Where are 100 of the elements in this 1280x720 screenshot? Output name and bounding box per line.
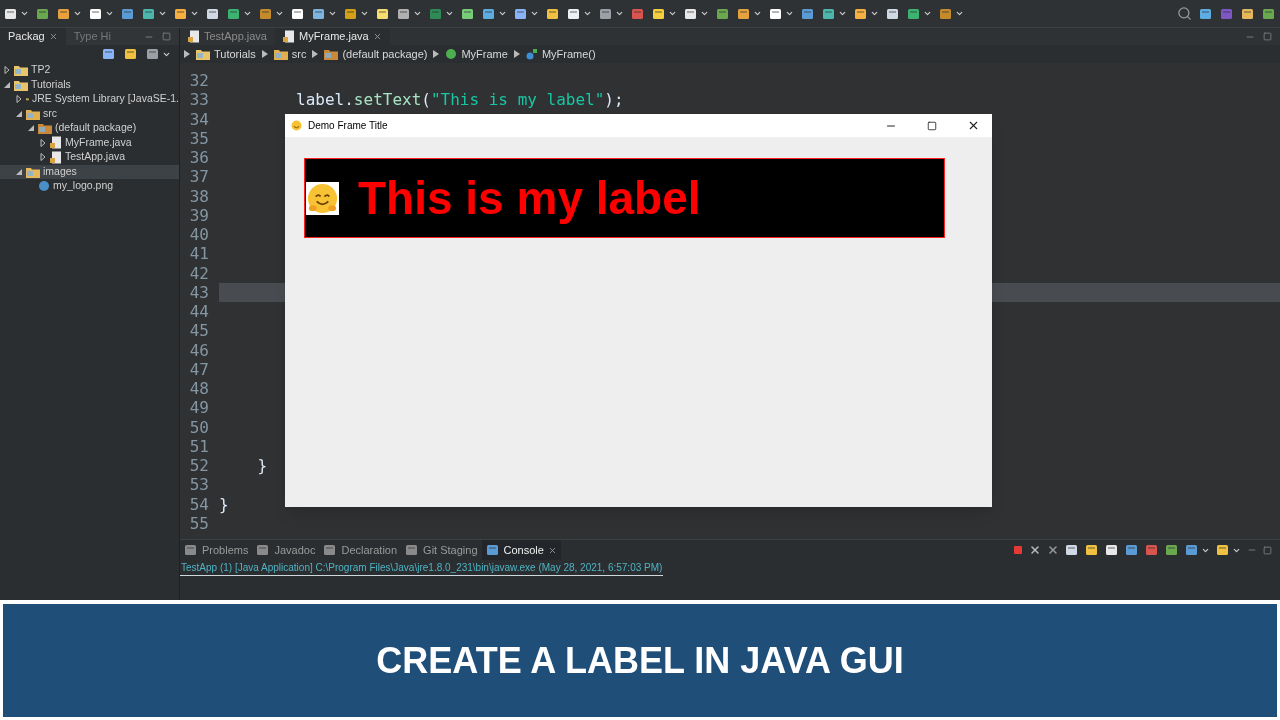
tree-item[interactable]: images <box>0 164 179 179</box>
remove-icon[interactable] <box>1029 544 1041 556</box>
caret-icon[interactable] <box>275 9 284 18</box>
breadcrumb-item[interactable]: MyFrame() <box>525 45 596 63</box>
globe-icon <box>38 180 50 193</box>
caret-icon[interactable] <box>328 9 337 18</box>
caret-icon[interactable] <box>785 9 794 18</box>
tool-icon[interactable] <box>146 47 160 61</box>
smiley-icon <box>306 181 339 215</box>
tool-icon[interactable] <box>1216 543 1230 557</box>
caret-icon[interactable] <box>158 9 167 18</box>
expanded-arrow-icon[interactable] <box>3 80 11 89</box>
tool-icon[interactable] <box>1241 6 1255 21</box>
window-title: Demo Frame Title <box>308 119 388 133</box>
tool-icon[interactable] <box>684 6 698 21</box>
caret-icon[interactable] <box>615 9 624 18</box>
tool-icon[interactable] <box>567 6 581 21</box>
panel-tab[interactable]: Git Staging <box>401 540 482 560</box>
tool-icon[interactable] <box>482 6 496 21</box>
tool-icon[interactable] <box>344 6 358 21</box>
tool-icon[interactable] <box>485 543 500 557</box>
view-tab[interactable]: Packag <box>0 28 66 45</box>
caret-icon[interactable] <box>498 9 507 18</box>
tool-icon[interactable] <box>206 6 220 21</box>
tool-icon[interactable] <box>461 6 475 21</box>
tree-item[interactable]: TestApp.java <box>0 150 179 165</box>
breadcrumb-item[interactable]: MyFrame <box>445 45 508 63</box>
method-icon <box>525 48 538 60</box>
caret-icon[interactable] <box>923 9 932 18</box>
tree-item[interactable]: src <box>0 106 179 121</box>
tool-icon[interactable] <box>854 6 868 21</box>
tree-item[interactable]: my_logo.png <box>0 179 179 194</box>
caret-icon[interactable] <box>243 9 252 18</box>
collapsed-arrow-icon[interactable] <box>15 95 23 104</box>
caret-icon[interactable] <box>105 9 114 18</box>
tool-icon[interactable] <box>1065 543 1079 557</box>
expanded-arrow-icon[interactable] <box>27 124 35 133</box>
tree-item[interactable]: MyFrame.java <box>0 135 179 150</box>
tree-item[interactable]: (default package) <box>0 121 179 136</box>
stop-icon[interactable] <box>1013 545 1023 555</box>
caret-icon[interactable] <box>73 9 82 18</box>
caret-icon[interactable] <box>583 9 592 18</box>
expanded-arrow-icon[interactable] <box>15 109 23 118</box>
caret-icon[interactable] <box>668 9 677 18</box>
tool-icon[interactable] <box>89 6 103 21</box>
breadcrumb-item[interactable]: (default package) <box>324 45 428 63</box>
tool-icon[interactable] <box>102 47 116 61</box>
tool-icon[interactable] <box>124 47 138 61</box>
caret-icon[interactable] <box>700 9 709 18</box>
caret-icon[interactable] <box>530 9 539 18</box>
close-icon[interactable] <box>967 119 980 132</box>
tool-icon[interactable] <box>769 6 783 21</box>
tool-icon[interactable] <box>514 6 528 21</box>
tool-icon[interactable] <box>4 6 18 21</box>
tool-icon[interactable] <box>822 6 836 21</box>
tree-item[interactable]: JRE System Library [JavaSE-1. <box>0 92 179 107</box>
collapsed-arrow-icon[interactable] <box>39 153 47 162</box>
tool-icon[interactable] <box>886 6 900 21</box>
maximize-icon[interactable] <box>927 120 937 131</box>
tool-icon[interactable] <box>291 6 305 21</box>
caret-icon[interactable] <box>360 9 369 18</box>
tool-icon[interactable] <box>57 6 71 21</box>
tool-icon[interactable] <box>652 6 666 21</box>
caret-icon[interactable] <box>20 9 29 18</box>
caret-icon[interactable] <box>838 9 847 18</box>
editor-tab[interactable]: TestApp.java <box>180 28 275 45</box>
tree-item[interactable]: Tutorials <box>0 77 179 92</box>
tool-icon[interactable] <box>1105 543 1119 557</box>
tool-icon[interactable] <box>174 6 188 21</box>
collapsed-arrow-icon[interactable] <box>39 138 47 147</box>
tool-icon[interactable] <box>1199 6 1213 21</box>
file-icon <box>283 30 295 43</box>
line-number: 34 <box>188 109 210 129</box>
caret-icon[interactable] <box>870 9 879 18</box>
tree-item[interactable]: TP2 <box>0 63 179 78</box>
tool-icon[interactable] <box>737 6 751 21</box>
panel-tab[interactable]: Javadoc <box>252 540 320 560</box>
panel-tab[interactable]: Problems <box>180 540 253 560</box>
breadcrumb-item[interactable]: Tutorials <box>196 45 256 63</box>
tool-icon[interactable] <box>312 6 326 21</box>
panel-tab[interactable]: Console <box>481 540 561 560</box>
line-number: 50 <box>188 417 210 437</box>
tool-icon[interactable] <box>376 6 390 21</box>
tool-icon[interactable] <box>546 6 560 21</box>
caret-icon[interactable] <box>955 9 964 18</box>
tree-label: TestApp.java <box>65 149 126 165</box>
caret-icon[interactable] <box>190 9 199 18</box>
tool-icon[interactable] <box>1085 543 1099 557</box>
collapsed-arrow-icon[interactable] <box>3 66 11 75</box>
editor-tab[interactable]: MyFrame.java <box>275 28 390 45</box>
caret-icon[interactable] <box>753 9 762 18</box>
expanded-arrow-icon[interactable] <box>15 167 23 176</box>
tool-icon[interactable] <box>397 6 411 21</box>
breadcrumb-item[interactable]: src <box>273 45 307 63</box>
tool-icon[interactable] <box>142 6 156 21</box>
remove-all-icon[interactable] <box>1047 544 1059 556</box>
caret-icon[interactable] <box>413 9 422 18</box>
caret-icon[interactable] <box>445 9 454 18</box>
search-icon[interactable] <box>1177 6 1192 21</box>
panel-tab[interactable]: Declaration <box>319 540 402 560</box>
